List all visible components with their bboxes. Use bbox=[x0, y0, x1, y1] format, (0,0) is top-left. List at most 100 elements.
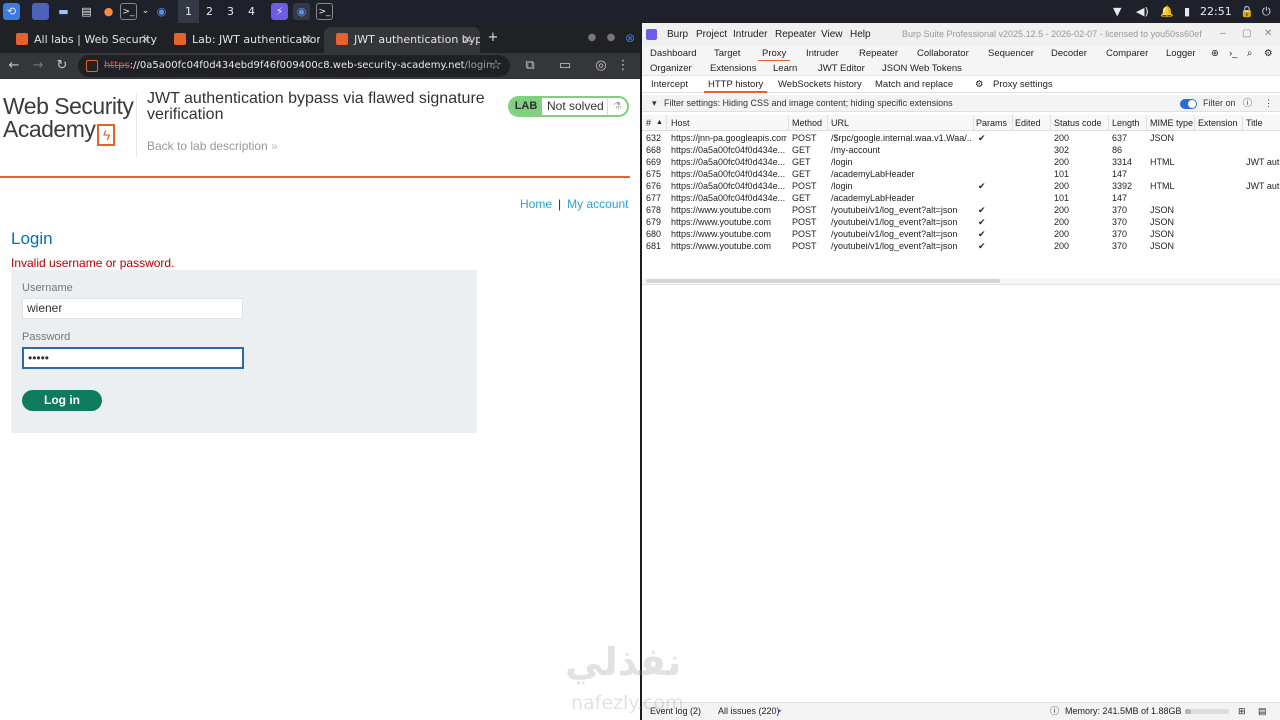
column-divider[interactable] bbox=[1146, 115, 1147, 131]
tab-sequencer[interactable]: Sequencer bbox=[988, 46, 1034, 61]
scrollbar-thumb[interactable] bbox=[646, 279, 1000, 283]
window-minimize-icon[interactable]: – bbox=[1220, 23, 1226, 45]
search-icon[interactable]: ⌕ bbox=[1247, 46, 1252, 61]
pane-splitter[interactable] bbox=[642, 284, 1280, 285]
close-icon[interactable]: ✕ bbox=[303, 27, 312, 53]
clock[interactable]: 22:51 bbox=[1200, 0, 1232, 23]
lock-icon[interactable]: 🔒 bbox=[1240, 0, 1254, 23]
gear-icon[interactable]: ⚙ bbox=[975, 77, 984, 92]
tab-json-web-tokens[interactable]: JSON Web Tokens bbox=[882, 61, 962, 76]
back-icon[interactable]: ← bbox=[4, 53, 24, 79]
menu-help[interactable]: Help bbox=[850, 23, 871, 46]
web-security-academy-logo[interactable]: Web Security Academy ϟ bbox=[3, 95, 135, 146]
tab-decoder[interactable]: Decoder bbox=[1051, 46, 1087, 61]
column-divider[interactable] bbox=[1194, 115, 1195, 131]
password-field[interactable]: ••••• bbox=[22, 347, 244, 369]
column-divider[interactable] bbox=[827, 115, 828, 131]
table-row[interactable]: 675 https://0a5a00fc04f0d434e... GET/acade… bbox=[642, 168, 1280, 180]
table-row[interactable]: 680 https://www.youtube.com POST/youtubei/… bbox=[642, 228, 1280, 240]
tab-learn[interactable]: Learn bbox=[773, 61, 797, 76]
wifi-icon[interactable]: ▼ bbox=[1113, 0, 1121, 23]
filter-settings-text[interactable]: Filter settings: Hiding CSS and image co… bbox=[664, 95, 953, 112]
burp-taskbar-icon[interactable]: ⚡ bbox=[271, 3, 288, 20]
not-secure-icon[interactable] bbox=[86, 60, 98, 72]
tab-target[interactable]: Target bbox=[714, 46, 740, 61]
column-divider[interactable] bbox=[1012, 115, 1013, 131]
volume-icon[interactable]: ◀) bbox=[1136, 0, 1149, 23]
workspace-1[interactable]: 1 bbox=[178, 0, 199, 23]
table-row[interactable]: 668 https://0a5a00fc04f0d434e... GET/my-ac… bbox=[642, 144, 1280, 156]
address-bar[interactable]: https://0a5a00fc04f0d434ebd9f46f009400c8… bbox=[78, 55, 510, 77]
proxy-settings-button[interactable]: Proxy settings bbox=[993, 77, 1053, 92]
settings-gear-icon[interactable]: ⚙ bbox=[1264, 46, 1273, 61]
home-link[interactable]: Home bbox=[520, 197, 552, 211]
tab-comparer[interactable]: Comparer bbox=[1106, 46, 1148, 61]
window-maximize-icon[interactable]: ▢ bbox=[1242, 23, 1251, 45]
browser-tab-lab[interactable]: Lab: JWT authentication ✕ bbox=[162, 27, 320, 53]
battery-icon[interactable]: ▮ bbox=[1184, 0, 1190, 23]
col-title[interactable]: Title bbox=[1246, 115, 1263, 131]
username-field[interactable]: wiener bbox=[22, 298, 243, 319]
column-divider[interactable] bbox=[1050, 115, 1051, 131]
close-icon[interactable]: ✕ bbox=[463, 27, 472, 53]
back-to-lab-description-link[interactable]: Back to lab description » bbox=[147, 139, 278, 153]
col-extension[interactable]: Extension bbox=[1198, 115, 1238, 131]
tab-jwt-editor[interactable]: JWT Editor bbox=[818, 61, 865, 76]
window-maximize-icon[interactable]: ● bbox=[601, 25, 621, 51]
table-row[interactable]: 681 https://www.youtube.com POST/youtubei/… bbox=[642, 240, 1280, 252]
col-status-code[interactable]: Status code bbox=[1054, 115, 1102, 131]
column-divider[interactable] bbox=[666, 115, 667, 131]
my-account-link[interactable]: My account bbox=[567, 197, 628, 211]
close-icon[interactable]: ✕ bbox=[141, 27, 150, 53]
tab-collaborator[interactable]: Collaborator bbox=[917, 46, 969, 61]
col-mime-type[interactable]: MIME type bbox=[1150, 115, 1193, 131]
table-row[interactable]: 679 https://www.youtube.com POST/youtubei/… bbox=[642, 216, 1280, 228]
tab-organizer[interactable]: Organizer bbox=[650, 61, 692, 76]
col-url[interactable]: URL bbox=[831, 115, 849, 131]
terminal-icon[interactable]: >_ bbox=[120, 3, 137, 20]
tab-repeater[interactable]: Repeater bbox=[859, 46, 898, 61]
filter-toggle[interactable] bbox=[1180, 99, 1197, 109]
col-length[interactable]: Length bbox=[1112, 115, 1140, 131]
browser-tab-jwt-bypass[interactable]: JWT authentication bypa ✕ bbox=[324, 27, 480, 53]
firefox-icon[interactable]: ● bbox=[100, 3, 117, 20]
menu-project[interactable]: Project bbox=[696, 23, 727, 46]
reload-icon[interactable]: ↻ bbox=[52, 53, 72, 79]
col-host[interactable]: Host bbox=[671, 115, 690, 131]
app-launcher-icon[interactable]: ⟲ bbox=[3, 3, 20, 20]
power-icon[interactable]: ⏻ bbox=[1262, 0, 1271, 23]
terminal-taskbar-icon[interactable]: >_ bbox=[316, 3, 333, 20]
globe-icon[interactable]: ⊕ bbox=[1211, 46, 1219, 61]
column-divider[interactable] bbox=[973, 115, 974, 131]
table-row[interactable]: 678 https://www.youtube.com POST/youtubei/… bbox=[642, 204, 1280, 216]
file-manager-icon[interactable]: ▬ bbox=[55, 3, 72, 20]
new-tab-button[interactable]: + bbox=[483, 25, 503, 51]
show-desktop-icon[interactable] bbox=[32, 3, 49, 20]
column-divider[interactable] bbox=[788, 115, 789, 131]
tab-dashboard[interactable]: Dashboard bbox=[650, 46, 696, 61]
column-divider[interactable] bbox=[1108, 115, 1109, 131]
console-icon[interactable]: ›_ bbox=[1229, 46, 1237, 61]
event-log-link[interactable]: Event log (2) bbox=[650, 703, 701, 720]
panel-icon[interactable]: ▤ bbox=[1258, 703, 1267, 720]
all-issues-link[interactable]: All issues (220) bbox=[718, 703, 780, 720]
table-row[interactable]: 632 https://jnn-pa.googleapis.com POST /$rp… bbox=[642, 132, 1280, 144]
workspace-4[interactable]: 4 bbox=[241, 0, 262, 23]
profile-icon[interactable]: ◎ bbox=[591, 53, 611, 79]
help-icon[interactable]: ⓘ bbox=[1243, 95, 1252, 112]
window-close-icon[interactable]: ✕ bbox=[1264, 23, 1272, 45]
browser-menu-icon[interactable]: ⋮ bbox=[613, 53, 633, 79]
subtab-match-and-replace[interactable]: Match and replace bbox=[875, 77, 953, 92]
col-params[interactable]: Params bbox=[976, 115, 1007, 131]
tab-proxy[interactable]: Proxy bbox=[757, 46, 791, 62]
browser-tab-all-labs[interactable]: All labs | Web Security Ac ✕ bbox=[4, 27, 158, 53]
table-row[interactable]: 676 https://0a5a00fc04f0d434e... POST/logi… bbox=[642, 180, 1280, 192]
menu-burp[interactable]: Burp bbox=[667, 23, 688, 46]
column-divider[interactable] bbox=[1242, 115, 1243, 131]
window-close-icon[interactable]: ⊗ bbox=[620, 25, 640, 51]
subtab-intercept[interactable]: Intercept bbox=[651, 77, 688, 92]
chevron-down-icon[interactable]: ⌄ bbox=[137, 3, 154, 20]
menu-view[interactable]: View bbox=[821, 23, 843, 46]
workspace-3[interactable]: 3 bbox=[220, 0, 241, 23]
chromium-taskbar-icon[interactable]: ◉ bbox=[293, 3, 310, 20]
